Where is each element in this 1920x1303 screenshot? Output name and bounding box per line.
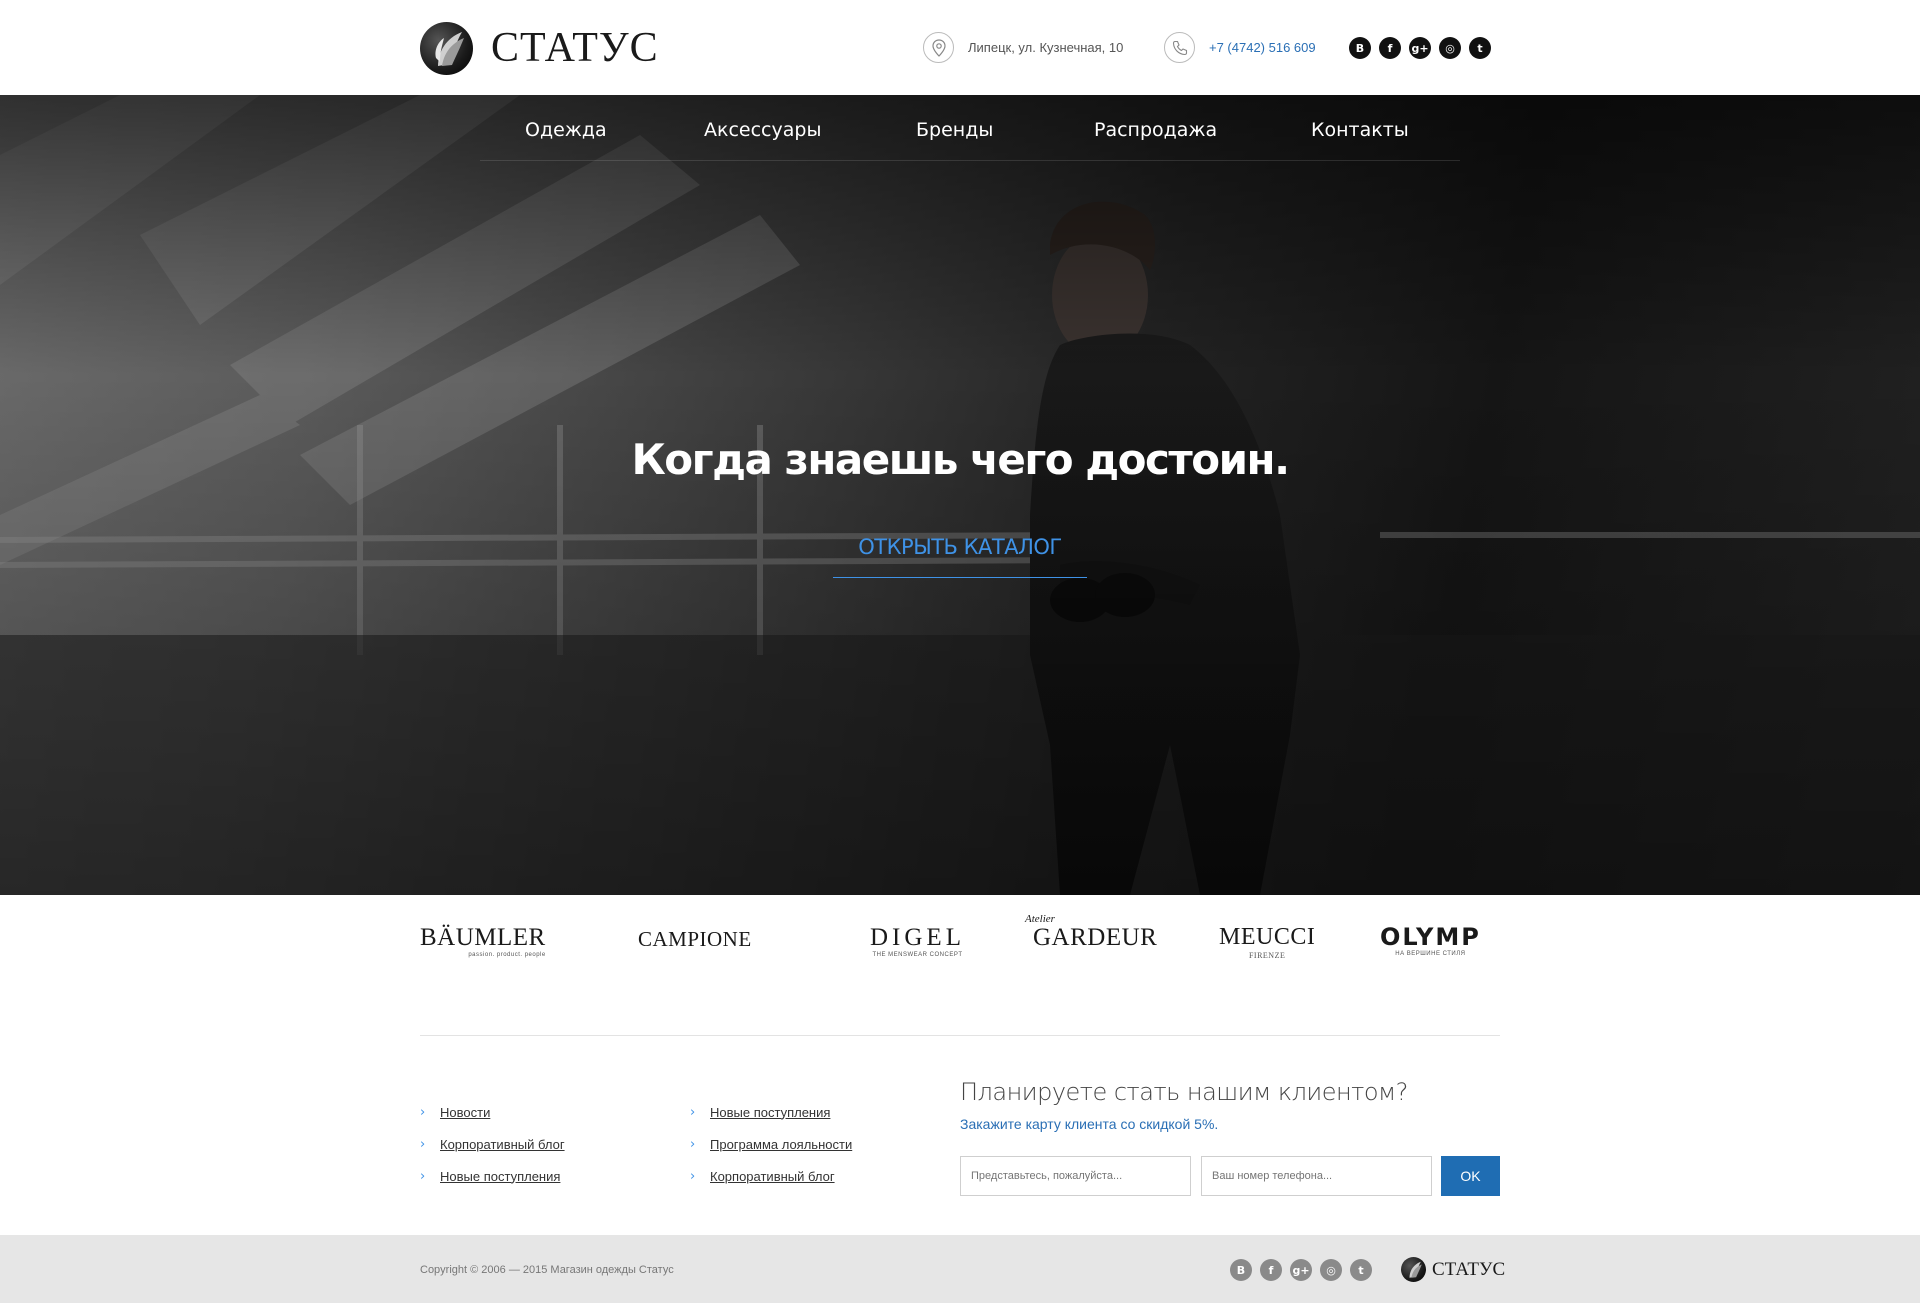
nav-item-sale[interactable]: Распродажа: [1094, 119, 1217, 141]
footer-link-news[interactable]: › Новости: [420, 1096, 565, 1128]
footer-link-loyalty-program[interactable]: › Программа лояльности: [690, 1128, 852, 1160]
address: Липецк, ул. Кузнечная, 10: [923, 32, 1123, 63]
chevron-right-icon: ›: [690, 1168, 696, 1184]
logo-text: СТАТУС: [491, 25, 659, 71]
nav-item-accessories[interactable]: Аксессуары: [704, 119, 821, 141]
hero-banner: Одежда Аксессуары Бренды Распродажа Конт…: [0, 95, 1920, 895]
brand-name: BÄUMLER: [420, 924, 546, 951]
footer-logo[interactable]: СТАТУС: [1401, 1257, 1505, 1282]
site-footer: Copyright © 2006 — 2015 Магазин одежды С…: [0, 1235, 1920, 1303]
wing-logo-icon: [420, 21, 473, 75]
brand-olymp[interactable]: OLYMP НА ВЕРШИНЕ СТИЛЯ: [1380, 925, 1481, 957]
hero-background-image: [0, 95, 1920, 895]
link-label: Корпоративный блог: [710, 1168, 835, 1184]
brand-baumler[interactable]: BÄUMLER passion. product. people: [420, 925, 546, 958]
instagram-icon[interactable]: ◎: [1320, 1259, 1342, 1281]
nav-item-contacts[interactable]: Контакты: [1311, 119, 1409, 141]
footer-link-corporate-blog[interactable]: › Корпоративный блог: [690, 1160, 852, 1192]
brand-tagline: НА ВЕРШИНЕ СТИЛЯ: [1395, 951, 1466, 957]
google-plus-icon[interactable]: g+: [1409, 37, 1431, 59]
vk-icon[interactable]: B: [1349, 37, 1371, 59]
phone-text: +7 (4742) 516 609: [1209, 40, 1316, 55]
twitter-icon[interactable]: t: [1469, 37, 1491, 59]
site-logo[interactable]: СТАТУС: [420, 20, 659, 76]
client-signup: Планируете стать нашим клиентом? Закажит…: [960, 1078, 1500, 1196]
signup-title: Планируете стать нашим клиентом?: [960, 1078, 1408, 1106]
chevron-right-icon: ›: [420, 1104, 426, 1120]
brand-name: GARDEUR: [1033, 924, 1158, 951]
google-plus-icon[interactable]: g+: [1290, 1259, 1312, 1281]
brand-tagline: passion. product. people: [468, 952, 546, 958]
signup-form: OK: [960, 1156, 1500, 1196]
submit-button[interactable]: OK: [1441, 1156, 1500, 1196]
footer-logo-text: СТАТУС: [1432, 1258, 1506, 1280]
nav-item-clothing[interactable]: Одежда: [525, 119, 607, 141]
nav-item-brands[interactable]: Бренды: [916, 119, 993, 141]
chevron-right-icon: ›: [420, 1168, 426, 1184]
main-nav: Одежда Аксессуары Бренды Распродажа Конт…: [480, 95, 1460, 161]
footer-link-new-arrivals[interactable]: › Новые поступления: [420, 1160, 565, 1192]
vk-icon[interactable]: B: [1230, 1259, 1252, 1281]
section-divider: [420, 1035, 1500, 1036]
facebook-icon[interactable]: f: [1379, 37, 1401, 59]
brand-digel[interactable]: DIGEL THE MENSWEAR CONCEPT: [870, 925, 965, 958]
phone-input[interactable]: [1201, 1156, 1432, 1196]
link-label: Программа лояльности: [710, 1136, 853, 1152]
chevron-right-icon: ›: [690, 1136, 696, 1152]
brand-gardeur[interactable]: Atelier GARDEUR: [1025, 914, 1158, 951]
link-label: Новые поступления: [710, 1104, 831, 1120]
brand-logos: BÄUMLER passion. product. people CAMPION…: [420, 914, 1500, 975]
link-label: Новости: [440, 1104, 491, 1120]
map-pin-icon: [923, 32, 954, 63]
address-text: Липецк, ул. Кузнечная, 10: [968, 40, 1124, 55]
footer-links-col-1: › Новости › Корпоративный блог › Новые п…: [420, 1096, 565, 1192]
copyright-text: Copyright © 2006 — 2015 Магазин одежды С…: [420, 1264, 674, 1276]
brand-campione[interactable]: CAMPIONE: [638, 929, 752, 950]
link-label: Новые поступления: [440, 1168, 561, 1184]
phone[interactable]: +7 (4742) 516 609: [1164, 32, 1316, 63]
facebook-icon[interactable]: f: [1260, 1259, 1282, 1281]
chevron-right-icon: ›: [420, 1136, 426, 1152]
footer-link-corporate-blog[interactable]: › Корпоративный блог: [420, 1128, 565, 1160]
hero-title: Когда знаешь чего достоин.: [631, 435, 1290, 484]
brand-name: OLYMP: [1380, 923, 1481, 951]
footer-links-col-2: › Новые поступления › Программа лояльнос…: [690, 1096, 852, 1192]
brand-meucci[interactable]: MEUCCI FIRENZE: [1219, 925, 1315, 960]
wing-logo-icon: [1401, 1257, 1426, 1282]
instagram-icon[interactable]: ◎: [1439, 37, 1461, 59]
brand-name: CAMPIONE: [638, 927, 752, 951]
phone-icon: [1164, 32, 1195, 63]
header-socials: B f g+ ◎ t: [1349, 37, 1491, 59]
brand-name: MEUCCI: [1219, 924, 1316, 950]
name-input[interactable]: [960, 1156, 1191, 1196]
twitter-icon[interactable]: t: [1350, 1259, 1372, 1281]
chevron-right-icon: ›: [690, 1104, 696, 1120]
brand-tagline: THE MENSWEAR CONCEPT: [872, 952, 963, 958]
brand-tagline: FIRENZE: [1248, 951, 1286, 960]
brand-name: DIGEL: [870, 924, 965, 951]
site-header: СТАТУС Липецк, ул. Кузнечная, 10 +7 (474…: [0, 0, 1920, 95]
open-catalog-button[interactable]: ОТКРЫТЬ КАТАЛОГ: [833, 535, 1087, 578]
footer-socials: B f g+ ◎ t: [1230, 1259, 1372, 1281]
link-label: Корпоративный блог: [440, 1136, 565, 1152]
signup-subtitle: Закажите карту клиента со скидкой 5%.: [960, 1116, 1219, 1132]
footer-link-new-arrivals[interactable]: › Новые поступления: [690, 1096, 852, 1128]
